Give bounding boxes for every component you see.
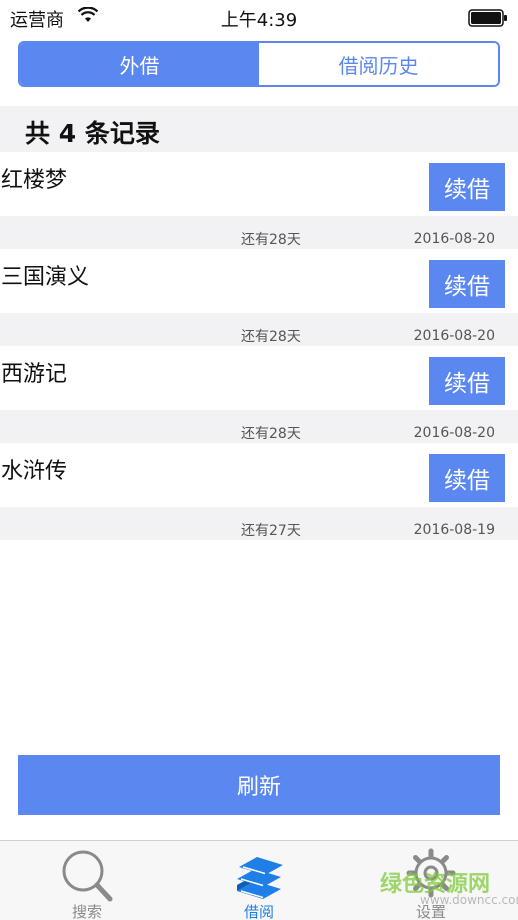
count-suffix: 条记录 [84,119,160,148]
book-title: 西游记 [1,362,68,387]
days-remaining: 还有28天 [241,426,301,442]
tab-borrow-history[interactable]: 借阅历史 [259,43,498,85]
renew-button[interactable]: 续借 [429,454,505,502]
count-prefix: 共 [25,119,51,148]
renew-button[interactable]: 续借 [429,163,505,211]
watermark-url: www.downcc.com [420,893,518,907]
count-number: 4 [58,119,77,148]
renew-button[interactable]: 续借 [429,260,505,308]
book-title: 水浒传 [1,459,68,484]
tab-outside-lending[interactable]: 外借 [20,43,259,85]
renew-button[interactable]: 续借 [429,357,505,405]
tab-label: 借阅 [243,903,274,920]
record-main: 红楼梦 续借 [0,152,518,216]
record-main: 三国演义 续借 [0,249,518,313]
tab-search[interactable]: 搜索 [27,841,147,920]
books-icon [237,857,283,899]
record-count-title: 共 4 条记录 [25,114,160,150]
due-date: 2016-08-20 [413,231,495,247]
record-main: 西游记 续借 [0,346,518,410]
tab-label: 搜索 [71,903,102,920]
record-meta: 还有27天 2016-08-19 [0,507,518,540]
search-icon [62,850,113,902]
status-time: 上午4:39 [220,10,298,31]
record-meta: 还有28天 2016-08-20 [0,216,518,249]
tab-borrow[interactable]: 借阅 [199,841,319,920]
book-title: 三国演义 [1,265,90,290]
book-title: 红楼梦 [1,168,68,193]
segmented-control: 外借 借阅历史 [18,41,500,87]
battery-icon [468,9,507,27]
due-date: 2016-08-19 [413,522,495,538]
record-meta: 还有28天 2016-08-20 [0,313,518,346]
status-bar: 运营商 上午4:39 [0,0,518,34]
record-meta: 还有28天 2016-08-20 [0,410,518,443]
record-main: 水浒传 续借 [0,443,518,507]
days-remaining: 还有28天 [241,232,301,248]
days-remaining: 还有28天 [241,329,301,345]
days-remaining: 还有27天 [241,523,301,539]
refresh-button[interactable]: 刷新 [18,755,500,815]
due-date: 2016-08-20 [413,328,495,344]
due-date: 2016-08-20 [413,425,495,441]
